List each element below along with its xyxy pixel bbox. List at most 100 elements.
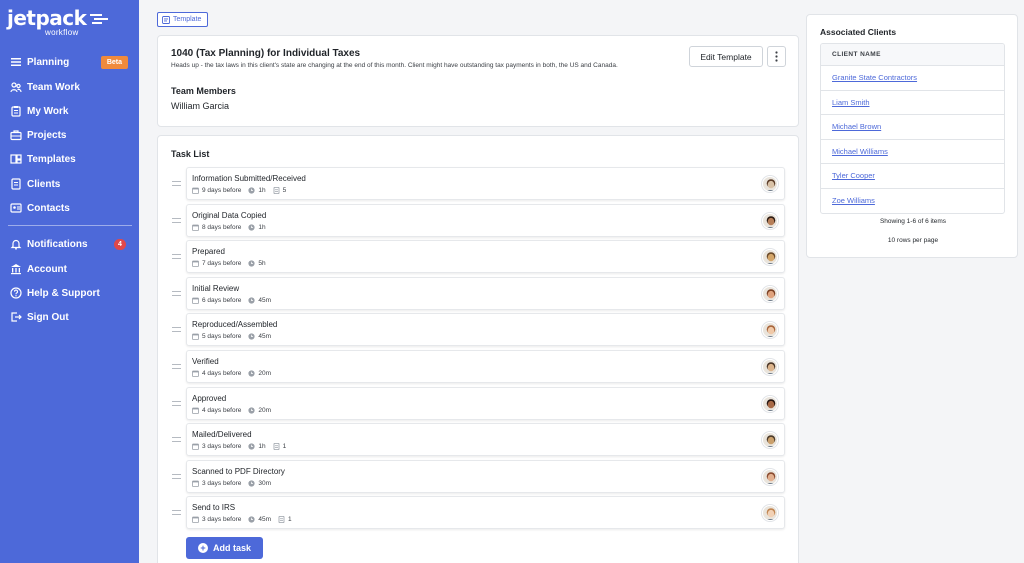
task-row[interactable]: Original Data Copied 8 days before 1h bbox=[172, 203, 785, 237]
client-name-column-header[interactable]: CLIENT NAME bbox=[821, 44, 1004, 66]
assignee-avatar[interactable] bbox=[762, 212, 778, 229]
task-row[interactable]: Prepared 7 days before 5h bbox=[172, 240, 785, 274]
task-meta: 4 days before 20m bbox=[192, 407, 271, 414]
sidebar-item-my-work[interactable]: My Work bbox=[0, 99, 139, 123]
sidebar-item-help-support[interactable]: Help & Support bbox=[0, 281, 139, 305]
task-duration: 5h bbox=[258, 260, 266, 268]
assignee-avatar[interactable] bbox=[762, 468, 778, 485]
add-task-label: Add task bbox=[212, 543, 251, 553]
contact-card-icon bbox=[10, 202, 22, 214]
task-duration: 45m bbox=[258, 516, 272, 524]
client-link[interactable]: Granite State Contractors bbox=[832, 73, 917, 82]
sidebar-item-label: Projects bbox=[27, 129, 67, 141]
client-link[interactable]: Liam Smith bbox=[832, 98, 870, 107]
sidebar-item-notifications[interactable]: Notifications 4 bbox=[0, 232, 139, 256]
sidebar-item-templates[interactable]: Templates bbox=[0, 147, 139, 171]
sidebar-item-label: My Work bbox=[27, 105, 69, 117]
task-row[interactable]: Initial Review 6 days before 45m bbox=[172, 276, 785, 310]
drag-handle-icon[interactable] bbox=[172, 400, 181, 406]
drag-handle-icon[interactable] bbox=[172, 473, 181, 479]
client-link[interactable]: Tyler Cooper bbox=[832, 171, 875, 180]
calendar-icon bbox=[192, 187, 199, 194]
page-description: Heads up - the tax laws in this client's… bbox=[171, 62, 618, 69]
sidebar-item-team-work[interactable]: Team Work bbox=[0, 75, 139, 99]
clock-icon bbox=[248, 187, 255, 194]
assignee-avatar[interactable] bbox=[762, 176, 778, 192]
assignee-avatar[interactable] bbox=[762, 249, 778, 266]
clock-icon bbox=[248, 480, 255, 487]
kebab-menu-icon bbox=[775, 51, 778, 62]
client-link[interactable]: Michael Williams bbox=[832, 147, 888, 156]
task-doc-count: 1 bbox=[288, 516, 292, 524]
assignee-avatar[interactable] bbox=[762, 395, 778, 412]
drag-handle-icon[interactable] bbox=[172, 217, 181, 223]
client-row: Liam Smith bbox=[821, 91, 1004, 115]
task-row[interactable]: Mailed/Delivered 3 days before 1h 1 bbox=[172, 423, 785, 457]
sidebar-item-projects[interactable]: Projects bbox=[0, 123, 139, 147]
sidebar-item-label: Planning bbox=[27, 56, 70, 68]
task-row[interactable]: Verified 4 days before 20m bbox=[172, 350, 785, 383]
sidebar: jetpack workflow Planning Beta Team Work… bbox=[0, 0, 139, 563]
assignee-avatar[interactable] bbox=[762, 322, 778, 339]
clock-icon bbox=[248, 260, 255, 267]
task-row[interactable]: Send to IRS 3 days before 45m 1 bbox=[172, 496, 785, 530]
edit-template-button[interactable]: Edit Template bbox=[689, 46, 763, 67]
drag-handle-icon[interactable] bbox=[172, 510, 181, 516]
task-duration: 20m bbox=[258, 370, 272, 377]
sidebar-item-account[interactable]: Account bbox=[0, 257, 139, 281]
calendar-icon bbox=[192, 333, 199, 341]
sidebar-item-label: Team Work bbox=[27, 81, 80, 93]
sidebar-item-sign-out[interactable]: Sign Out bbox=[0, 305, 139, 329]
assignee-avatar[interactable] bbox=[762, 505, 778, 522]
assignee-avatar[interactable] bbox=[762, 285, 778, 302]
sidebar-item-label: Templates bbox=[27, 153, 76, 165]
task-name: Original Data Copied bbox=[192, 210, 267, 220]
task-due: 8 days before bbox=[202, 223, 242, 231]
task-row[interactable]: Approved 4 days before 20m bbox=[172, 386, 785, 420]
task-due: 3 days before bbox=[202, 479, 242, 487]
team-icon bbox=[10, 81, 22, 93]
drag-handle-icon[interactable] bbox=[172, 327, 181, 333]
drag-handle-icon[interactable] bbox=[172, 364, 181, 369]
add-task-button[interactable]: + Add task bbox=[186, 537, 263, 559]
task-duration: 45m bbox=[258, 296, 272, 304]
drag-handle-icon[interactable] bbox=[172, 437, 181, 443]
jetpack-logo[interactable]: jetpack workflow bbox=[7, 8, 127, 37]
task-meta: 3 days before 30m bbox=[192, 480, 271, 487]
task-name: Initial Review bbox=[192, 283, 240, 293]
task-duration: 1h bbox=[258, 187, 266, 194]
drag-handle-icon[interactable] bbox=[172, 254, 181, 260]
task-row[interactable]: Reproduced/Assembled 5 days before 45m bbox=[172, 313, 785, 347]
clipboard-icon bbox=[10, 105, 22, 117]
drag-handle-icon[interactable] bbox=[172, 181, 181, 186]
client-row: Granite State Contractors bbox=[821, 66, 1004, 91]
task-name: Approved bbox=[192, 393, 227, 403]
template-chip[interactable]: Template bbox=[157, 12, 209, 27]
assignee-avatar[interactable] bbox=[762, 359, 778, 375]
task-row[interactable]: Information Submitted/Received 9 days bef… bbox=[172, 167, 785, 200]
sign-out-icon bbox=[10, 311, 22, 323]
logo-subtext: workflow bbox=[45, 28, 79, 37]
task-list-card: Task List Information Submitted/Received… bbox=[157, 135, 799, 563]
client-link[interactable]: Michael Brown bbox=[832, 122, 881, 131]
sidebar-item-contacts[interactable]: Contacts bbox=[0, 196, 139, 220]
task-meta: 6 days before 45m bbox=[192, 297, 271, 304]
calendar-icon bbox=[192, 260, 199, 268]
task-row[interactable]: Scanned to PDF Directory 3 days before 30m bbox=[172, 459, 785, 493]
sidebar-item-clients[interactable]: Clients bbox=[0, 172, 139, 196]
sidebar-item-label: Help & Support bbox=[27, 287, 100, 299]
rows-per-page[interactable]: 10 rows per page bbox=[807, 237, 1019, 244]
bell-icon bbox=[10, 238, 22, 250]
sidebar-item-planning[interactable]: Planning Beta bbox=[0, 50, 139, 74]
client-row: Tyler Cooper bbox=[821, 164, 1004, 189]
sidebar-item-label: Account bbox=[27, 263, 67, 275]
more-options-button[interactable] bbox=[767, 46, 786, 67]
sidebar-item-label: Contacts bbox=[27, 202, 70, 214]
task-name: Scanned to PDF Directory bbox=[192, 466, 285, 476]
calendar-icon bbox=[192, 297, 199, 304]
drag-handle-icon[interactable] bbox=[172, 290, 181, 296]
task-doc-count: 5 bbox=[282, 187, 287, 194]
assignee-avatar[interactable] bbox=[762, 432, 778, 449]
client-link[interactable]: Zoe Williams bbox=[832, 196, 875, 205]
task-due: 4 days before bbox=[202, 406, 242, 414]
